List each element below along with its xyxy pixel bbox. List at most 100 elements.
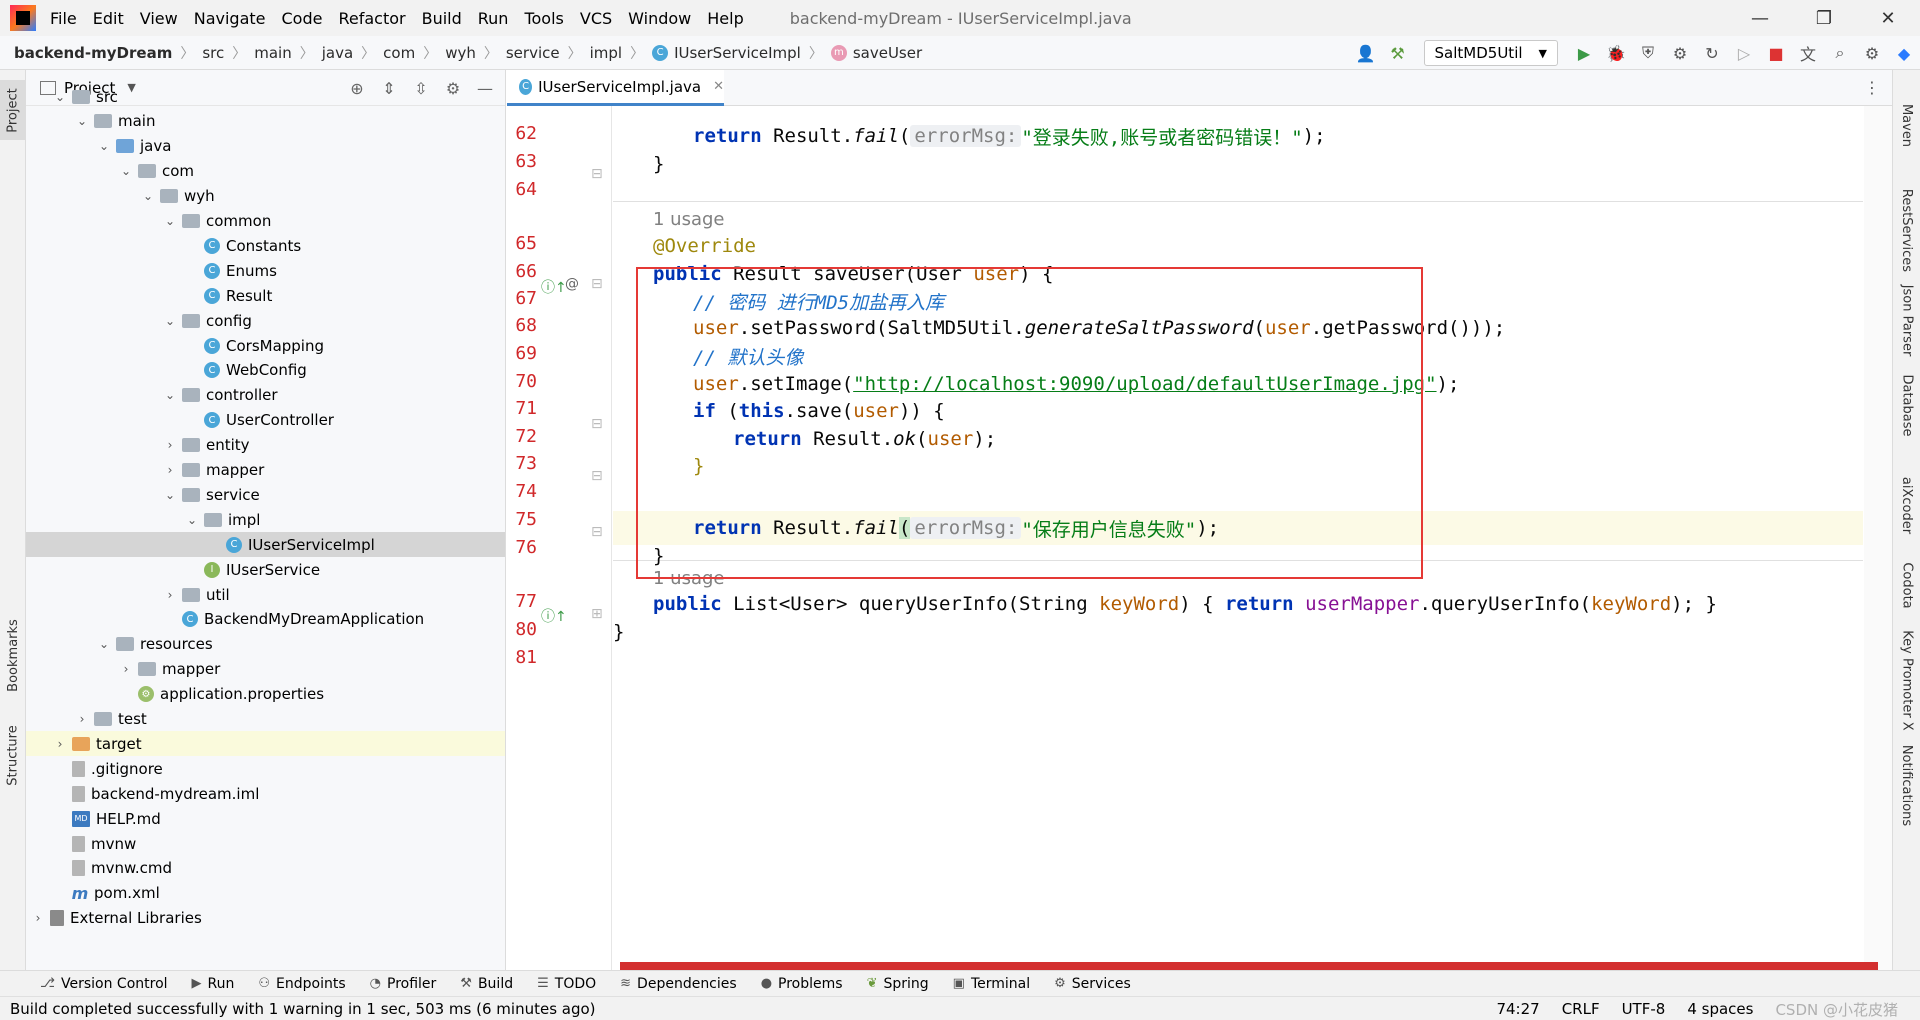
line-number[interactable]: 77 [507,591,537,612]
chevron-right-icon[interactable]: › [74,712,90,726]
crumb-project[interactable]: backend-myDream [14,44,172,62]
fold-icon[interactable]: ⊟ [591,524,603,540]
debug-icon[interactable]: 🐞 [1601,38,1631,68]
fold-icon[interactable]: ⊟ [591,468,603,484]
translate-icon[interactable]: 文 [1793,38,1823,68]
menu-refactor[interactable]: Refactor [338,9,405,28]
tool-spring[interactable]: ❦ Spring [867,976,929,992]
run-configuration-select[interactable]: SaltMD5Util ▼ [1423,40,1558,66]
crumb-src[interactable]: src [202,44,224,62]
fold-icon[interactable]: ⊟ [591,166,603,182]
right-tool-tab[interactable]: Database [1893,360,1920,450]
coverage-icon[interactable]: ⛨ [1633,38,1663,68]
editor-tab[interactable]: C IUserServiceImpl.java ✕ [507,70,724,106]
tree-item[interactable]: › entity [26,433,505,458]
user-icon[interactable]: 👤 [1351,38,1381,68]
chevron-down-icon[interactable]: ⌄ [52,90,68,104]
tree-item[interactable]: › mapper [26,458,505,483]
profiler-icon[interactable]: ⚙ [1665,38,1695,68]
tree-item[interactable]: mvnw.cmd [26,856,505,881]
caret-position[interactable]: 74:27 [1496,1000,1539,1018]
right-tool-tab[interactable]: Codota [1893,550,1920,620]
tree-item[interactable]: ⌄ controller [26,383,505,408]
tree-item[interactable]: .gitignore [26,756,505,781]
line-number[interactable]: 81 [507,647,537,668]
line-number[interactable]: 75 [507,509,537,530]
chevron-down-icon[interactable]: ⌄ [96,637,112,651]
chevron-down-icon[interactable]: ⌄ [162,314,178,328]
menu-code[interactable]: Code [282,9,323,28]
right-tool-tab[interactable]: Notifications [1893,740,1920,830]
chevron-down-icon[interactable]: ⌄ [162,214,178,228]
line-number[interactable]: 72 [507,426,537,447]
chevron-right-icon[interactable]: › [162,588,178,602]
crumb-java[interactable]: java [322,44,353,62]
line-number[interactable]: 66 [507,261,537,282]
structure-tool-tab[interactable]: Structure [0,710,26,800]
chevron-right-icon[interactable]: › [162,463,178,477]
tree-item[interactable]: › test [26,707,505,732]
tree-item[interactable]: › util [26,582,505,607]
chevron-down-icon[interactable]: ⌄ [74,114,90,128]
tool-terminal[interactable]: ▣ Terminal [953,976,1030,992]
file-encoding[interactable]: UTF-8 [1622,1000,1666,1018]
menu-view[interactable]: View [140,9,178,28]
tool-run[interactable]: ▶ Run [192,976,235,992]
tree-item[interactable]: ⌄ service [26,482,505,507]
run-icon[interactable]: ▶ [1569,38,1599,68]
code-area[interactable]: return Result. fail( errorMsg: "登录失败,账号或者… [613,106,1863,970]
line-number[interactable]: 65 [507,233,537,254]
menu-help[interactable]: Help [707,9,743,28]
stop-icon[interactable]: ■ [1761,38,1791,68]
crumb-service[interactable]: service [506,44,560,62]
menu-build[interactable]: Build [422,9,462,28]
crumb-method[interactable]: saveUser [853,44,922,62]
tree-item[interactable]: ⌄ resources [26,632,505,657]
menu-tools[interactable]: Tools [524,9,563,28]
line-number[interactable]: 62 [507,123,537,144]
tree-item[interactable]: C BackendMyDreamApplication [26,607,505,632]
chevron-right-icon[interactable]: › [162,438,178,452]
tree-item[interactable]: C Result [26,283,505,308]
tool-services[interactable]: ⚙ Services [1054,976,1131,992]
tool-build[interactable]: ⚒ Build [460,976,513,992]
tree-item[interactable]: ⌄ common [26,209,505,234]
right-tool-tab[interactable]: Maven [1893,80,1920,170]
crumb-main[interactable]: main [254,44,291,62]
line-number[interactable]: 63 [507,151,537,172]
line-number[interactable]: 73 [507,453,537,474]
crumb-com[interactable]: com [383,44,415,62]
expand-icon[interactable]: ⊞ [591,606,603,622]
rerun-icon[interactable]: ▷ [1729,38,1759,68]
tree-item[interactable]: › mapper [26,657,505,682]
tree-item[interactable]: ⚙ application.properties [26,682,505,707]
implements-icon[interactable]: ⓘ↑ [541,277,567,297]
right-tool-tab[interactable]: Json Parser [1893,284,1920,356]
line-number[interactable]: 64 [507,179,537,200]
tree-item[interactable]: ⌄ impl [26,507,505,532]
tool-todo[interactable]: ☰ TODO [537,976,596,992]
chevron-right-icon[interactable]: › [118,662,134,676]
chevron-down-icon[interactable]: ⌄ [162,488,178,502]
right-tool-tab[interactable]: Key Promoter X [1893,630,1920,730]
tree-item[interactable]: ⌄ java [26,134,505,159]
tree-item[interactable]: ⌄ main [26,109,505,134]
crumb-impl[interactable]: impl [590,44,622,62]
line-number[interactable]: 80 [507,619,537,640]
tree-item[interactable]: ⌄ wyh [26,184,505,209]
menu-vcs[interactable]: VCS [580,9,612,28]
tool-endpoints[interactable]: ⚇ Endpoints [258,976,345,992]
tree-item[interactable]: C CorsMapping [26,333,505,358]
build-hammer-icon[interactable]: ⚒ [1383,38,1413,68]
tool-version-control[interactable]: ⎇ Version Control [40,976,168,992]
tree-item[interactable]: mvnw [26,831,505,856]
search-icon[interactable]: ⌕ [1825,38,1855,68]
line-number[interactable]: 70 [507,371,537,392]
tree-item[interactable]: › target [26,731,505,757]
tree-item[interactable]: ⌄ src [26,84,505,109]
tree-item[interactable]: MD HELP.md [26,806,505,831]
toolbox-icon[interactable]: ◆ [1889,38,1919,68]
tool-problems[interactable]: ● Problems [761,976,843,992]
chevron-down-icon[interactable]: ⌄ [96,139,112,153]
line-number[interactable]: 74 [507,481,537,502]
